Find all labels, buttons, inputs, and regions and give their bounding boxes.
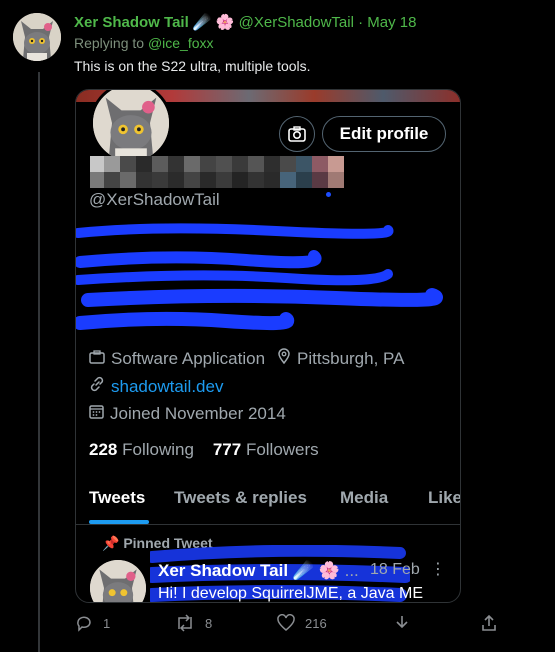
retweet-button[interactable]: 8 xyxy=(175,614,212,632)
following-label: Following xyxy=(122,440,194,459)
change-banner-camera-button[interactable] xyxy=(279,116,315,152)
download-button[interactable] xyxy=(393,614,421,632)
like-button[interactable]: 216 xyxy=(277,614,327,632)
download-icon xyxy=(396,616,408,629)
pinned-date: 18 Feb xyxy=(370,561,420,578)
following-link[interactable]: 228 Following xyxy=(89,440,194,459)
profile-joined: Joined November 2014 xyxy=(89,404,286,424)
active-tab-indicator xyxy=(89,520,149,524)
profile-avatar xyxy=(90,90,172,164)
attached-screenshot[interactable]: Edit profile @XerShadowTail Software App… xyxy=(75,89,461,603)
more-options-icon[interactable]: ⋮ xyxy=(430,559,446,579)
redacted-bio-scribble xyxy=(76,223,443,331)
author-handle[interactable]: @XerShadowTail xyxy=(239,14,354,31)
retweet-count: 8 xyxy=(205,615,213,631)
followers-label: Followers xyxy=(245,440,319,459)
edit-profile-button[interactable]: Edit profile xyxy=(322,116,446,152)
author-emojis: ☄️ 🌸 xyxy=(192,14,235,31)
share-button[interactable] xyxy=(480,614,508,632)
reply-mention-link[interactable]: @ice_foxx xyxy=(148,35,214,51)
tweet-date[interactable]: May 18 xyxy=(367,14,416,31)
thread-line xyxy=(38,72,40,652)
link-icon xyxy=(89,376,105,397)
cat-avatar-icon xyxy=(93,90,169,161)
pinned-ellipsis: ... xyxy=(344,561,359,580)
pinned-tweet-text: Hi! I develop SquirrelJME, a Java ME xyxy=(158,585,423,602)
replying-prefix: Replying to xyxy=(74,35,145,51)
like-count: 216 xyxy=(305,615,327,631)
profile-website: shadowtail.dev xyxy=(89,376,223,397)
tab-tweets[interactable]: Tweets xyxy=(89,488,145,508)
joined-text: Joined November 2014 xyxy=(110,404,286,423)
tweet-actions: 1 8 216 xyxy=(75,610,505,638)
reply-button[interactable]: 1 xyxy=(75,614,110,632)
cat-avatar-icon xyxy=(90,560,146,602)
heart-icon xyxy=(277,614,295,631)
tab-tweets-replies[interactable]: Tweets & replies xyxy=(174,488,307,508)
tab-likes[interactable]: Like xyxy=(428,488,460,508)
profile-category: Software Application Pittsburgh, PA xyxy=(89,348,404,369)
calendar-icon xyxy=(89,404,104,424)
pinned-emojis: ☄️ 🌸 xyxy=(292,561,340,580)
followers-link[interactable]: 777 Followers xyxy=(213,440,319,459)
pin-icon: 📌 xyxy=(102,535,120,551)
replying-to: Replying to @ice_foxx xyxy=(74,35,214,51)
author-name[interactable]: Xer Shadow Tail xyxy=(74,14,189,31)
cat-avatar-icon xyxy=(13,13,61,61)
pixelated-display-name xyxy=(90,156,350,197)
pinned-name-text: Xer Shadow Tail xyxy=(158,561,289,580)
profile-tabs: Tweets Tweets & replies Media Like xyxy=(76,486,460,525)
share-icon xyxy=(482,614,496,631)
tab-media[interactable]: Media xyxy=(340,488,388,508)
location-pin-icon xyxy=(277,348,291,369)
pinned-author-avatar xyxy=(90,560,146,602)
followers-count: 777 xyxy=(212,440,242,459)
following-count: 228 xyxy=(89,440,118,459)
website-link[interactable]: shadowtail.dev xyxy=(111,377,223,397)
briefcase-icon xyxy=(89,349,105,369)
location-text: Pittsburgh, PA xyxy=(297,348,405,368)
reply-icon xyxy=(77,616,91,632)
tweet-header: Xer Shadow Tail ☄️ 🌸 @XerShadowTail · Ma… xyxy=(74,13,416,33)
category-text: Software Application xyxy=(111,348,266,368)
retweet-icon xyxy=(178,614,192,632)
follow-stats: 228 Following 777 Followers xyxy=(89,440,319,460)
pinned-author-name: Xer Shadow Tail ☄️ 🌸 ... xyxy=(158,561,359,581)
camera-icon xyxy=(288,126,306,142)
author-avatar[interactable] xyxy=(13,13,61,61)
tweet-text: This is on the S22 ultra, multiple tools… xyxy=(74,58,311,74)
header-separator: · xyxy=(358,14,364,31)
reply-count: 1 xyxy=(103,615,111,631)
profile-handle: @XerShadowTail xyxy=(89,190,220,209)
